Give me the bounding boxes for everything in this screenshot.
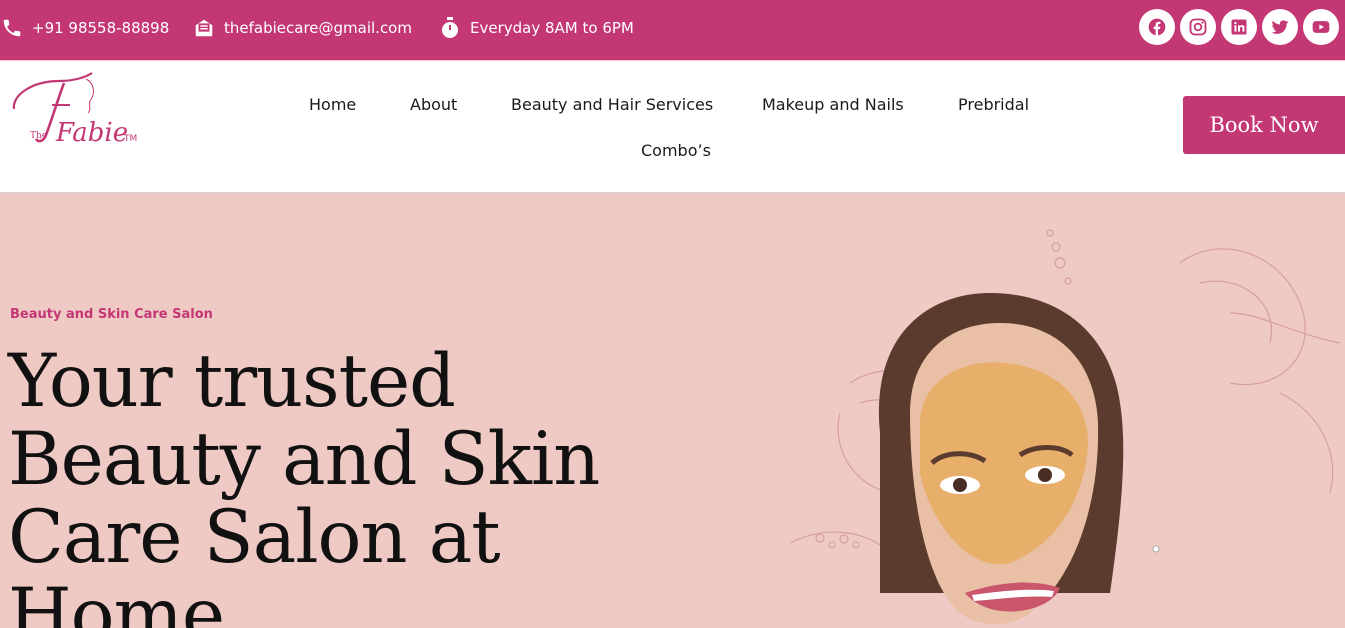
site-logo[interactable]: The Fabie TM bbox=[8, 69, 148, 153]
logo-wordmark: Fabie bbox=[55, 118, 128, 148]
hero-woman-image bbox=[789, 229, 1341, 625]
opening-hours: Everyday 8AM to 6PM bbox=[438, 0, 634, 56]
linkedin-icon[interactable] bbox=[1221, 9, 1257, 45]
earring bbox=[1152, 545, 1160, 553]
phone-number: +91 98558-88898 bbox=[32, 19, 170, 37]
headline-line-1: Your trusted bbox=[8, 339, 456, 424]
facebook-icon[interactable] bbox=[1139, 9, 1175, 45]
nav-item-home[interactable]: Home bbox=[309, 95, 356, 114]
instagram-icon[interactable] bbox=[1180, 9, 1216, 45]
hero-section: Beauty and Skin Care Salon Your trusted … bbox=[0, 193, 1345, 628]
social-links bbox=[1139, 9, 1339, 45]
nav-item-makeup-nails[interactable]: Makeup and Nails bbox=[762, 95, 904, 114]
hero-eyebrow: Beauty and Skin Care Salon bbox=[10, 307, 213, 322]
email-contact[interactable]: thefabiecare@gmail.com bbox=[192, 0, 412, 56]
headline-line-3: Care Salon at bbox=[8, 495, 501, 580]
phone-icon bbox=[0, 16, 24, 40]
logo-trademark: TM bbox=[123, 134, 137, 144]
email-icon bbox=[192, 16, 216, 40]
nav-item-beauty-hair-services[interactable]: Beauty and Hair Services bbox=[511, 95, 713, 114]
headline-line-2: Beauty and Skin bbox=[8, 417, 600, 502]
hours-text: Everyday 8AM to 6PM bbox=[470, 19, 634, 37]
phone-contact[interactable]: +91 98558-88898 bbox=[0, 0, 169, 56]
logo-prefix: The bbox=[30, 131, 47, 141]
site-header: The Fabie TM Home About Beauty and Hair … bbox=[0, 61, 1345, 194]
nav-item-combos[interactable]: Combo’s bbox=[641, 141, 711, 160]
youtube-icon[interactable] bbox=[1303, 9, 1339, 45]
book-now-button[interactable]: Book Now bbox=[1183, 96, 1345, 154]
top-contact-bar: +91 98558-88898 thefabiecare@gmail.com E… bbox=[0, 0, 1345, 60]
twitter-icon[interactable] bbox=[1262, 9, 1298, 45]
hero-headline: Your trusted Beauty and Skin Care Salon … bbox=[8, 343, 648, 628]
nav-item-prebridal[interactable]: Prebridal bbox=[958, 95, 1029, 114]
stopwatch-icon bbox=[438, 16, 462, 40]
nav-item-about[interactable]: About bbox=[410, 95, 457, 114]
email-address: thefabiecare@gmail.com bbox=[224, 19, 412, 37]
headline-line-4: Home bbox=[8, 573, 225, 628]
